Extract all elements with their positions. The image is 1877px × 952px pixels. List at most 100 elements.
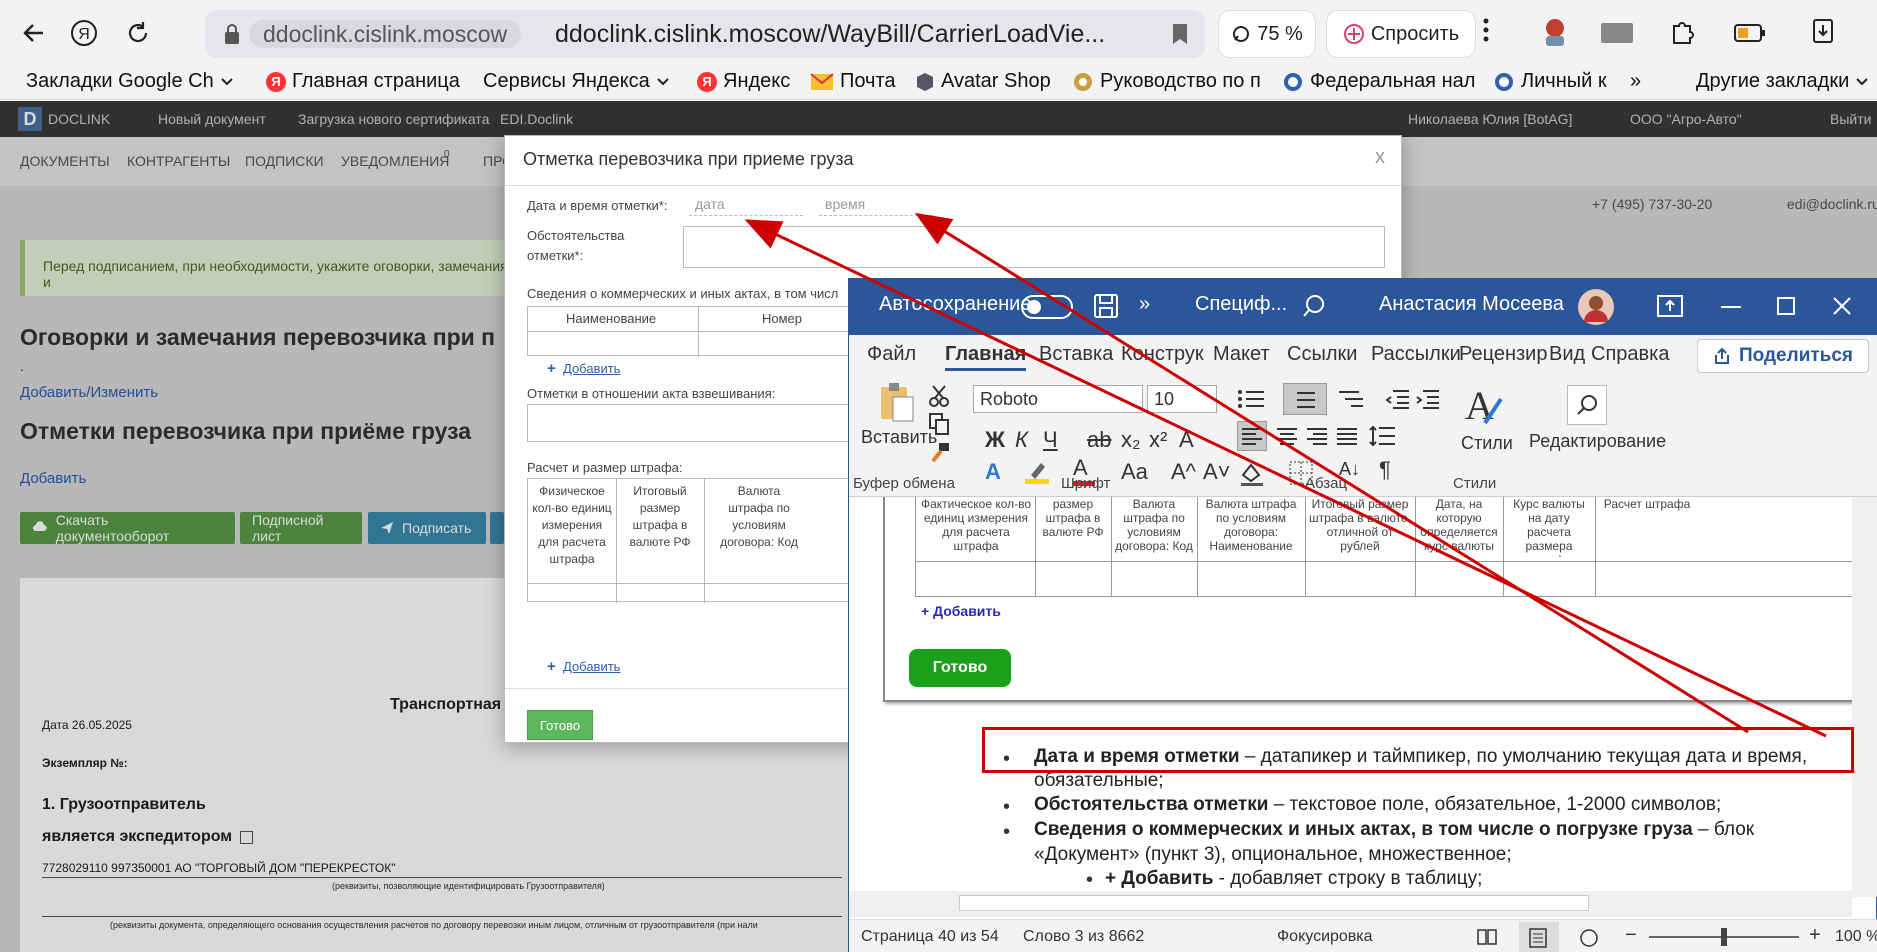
superscript-button[interactable]: x²: [1149, 427, 1167, 453]
extensions-puzzle-icon[interactable]: [1668, 16, 1698, 46]
increase-indent-icon[interactable]: [1415, 389, 1439, 409]
strike-button[interactable]: ab: [1087, 427, 1111, 453]
word-counter[interactable]: Слово 3 из 8662: [1023, 928, 1144, 946]
font-family-select[interactable]: Roboto: [973, 385, 1143, 413]
bold-button[interactable]: Ж: [985, 427, 1005, 453]
more-commands-icon[interactable]: »: [1139, 293, 1150, 316]
share-button[interactable]: Поделиться: [1697, 339, 1869, 373]
italic-button[interactable]: К: [1015, 427, 1028, 453]
paste-label[interactable]: Вставить: [861, 427, 937, 448]
styles-label[interactable]: Стили: [1461, 433, 1513, 454]
justify-icon[interactable]: [1337, 427, 1357, 445]
tab-insert[interactable]: Вставка: [1039, 343, 1113, 366]
doc-name[interactable]: Специф...: [1195, 293, 1287, 316]
ask-button[interactable]: Спросить: [1326, 10, 1476, 58]
reload-button[interactable]: [118, 13, 158, 53]
avatar[interactable]: [1577, 288, 1615, 326]
vertical-scrollbar[interactable]: [1852, 497, 1877, 897]
tab-home[interactable]: Главная: [945, 343, 1027, 371]
bookmark-yandex-main[interactable]: Я Главная страница: [266, 70, 460, 93]
numbering-button[interactable]: [1283, 383, 1327, 415]
zoom-out-button[interactable]: −: [1625, 924, 1637, 947]
bookmark-mail[interactable]: Почта: [810, 70, 896, 93]
styles-icon[interactable]: A: [1461, 383, 1505, 427]
change-case-button[interactable]: Aa: [1121, 459, 1148, 485]
bookmark-icon[interactable]: [1171, 22, 1189, 46]
tab-references[interactable]: Ссылки: [1287, 343, 1357, 366]
time-input[interactable]: время: [819, 194, 933, 216]
bookmark-personal[interactable]: Личный к: [1493, 70, 1607, 93]
shading-icon[interactable]: [1239, 461, 1265, 487]
bookmark-other[interactable]: Другие закладки: [1696, 70, 1869, 93]
underline-button[interactable]: Ч: [1043, 427, 1058, 453]
autosave-toggle[interactable]: [1021, 295, 1073, 319]
more-vertical-icon[interactable]: [1482, 16, 1490, 44]
shrink-font-button[interactable]: A˅: [1203, 459, 1231, 485]
downloads-icon[interactable]: [1808, 16, 1838, 46]
text-effects-button[interactable]: A: [985, 459, 1001, 485]
find-button[interactable]: [1567, 385, 1607, 425]
date-input[interactable]: дата: [689, 194, 803, 216]
read-mode-icon[interactable]: [1477, 928, 1497, 946]
account-name[interactable]: Анастасия Мосеева: [1379, 293, 1564, 316]
weigh-input[interactable]: [527, 404, 857, 442]
copy-icon[interactable]: [929, 413, 949, 435]
editing-label[interactable]: Редактирование: [1529, 431, 1666, 452]
bookmark-avatar-shop[interactable]: Avatar Shop: [915, 70, 1051, 93]
maximize-icon[interactable]: [1777, 297, 1795, 315]
tab-mailings[interactable]: Рассылки: [1371, 343, 1461, 366]
align-center-icon[interactable]: [1277, 427, 1297, 445]
tab-bar-icon[interactable]: [1600, 22, 1634, 44]
zoom-percent[interactable]: 100 %: [1835, 928, 1877, 946]
align-right-icon[interactable]: [1307, 427, 1327, 445]
cut-icon[interactable]: [929, 385, 949, 407]
bullets-icon[interactable]: [1237, 389, 1265, 409]
web-layout-icon[interactable]: [1579, 928, 1599, 948]
zoom-chip[interactable]: 75 %: [1218, 10, 1316, 58]
modal-close-button[interactable]: x: [1375, 146, 1385, 169]
address-bar[interactable]: ddoclink.cislink.moscow ddoclink.cislink…: [205, 10, 1205, 58]
minimize-icon[interactable]: [1721, 306, 1741, 308]
close-icon[interactable]: [1833, 297, 1851, 315]
tab-file[interactable]: Файл: [867, 343, 916, 366]
tab-help[interactable]: Справка: [1591, 343, 1669, 366]
line-spacing-icon[interactable]: [1369, 425, 1395, 447]
font-size-select[interactable]: 10: [1147, 385, 1217, 413]
zoom-in-button[interactable]: +: [1809, 924, 1821, 947]
ribbon-display-icon[interactable]: [1657, 295, 1683, 317]
url-text[interactable]: ddoclink.cislink.moscow/WayBill/CarrierL…: [555, 20, 1105, 49]
format-painter-icon[interactable]: [929, 441, 951, 463]
decrease-indent-icon[interactable]: [1385, 389, 1409, 409]
clear-format-button[interactable]: A: [1179, 427, 1194, 453]
save-icon[interactable]: [1093, 293, 1119, 319]
focus-mode[interactable]: Фокусировка: [1277, 928, 1373, 946]
tab-review[interactable]: Рецензир: [1459, 343, 1547, 366]
subscript-button[interactable]: x₂: [1121, 427, 1141, 453]
bookmarks-overflow[interactable]: »: [1630, 70, 1641, 93]
circumstances-input[interactable]: [683, 226, 1385, 268]
bookmark-guide[interactable]: Руководство по п: [1072, 70, 1261, 93]
zoom-thumb[interactable]: [1721, 928, 1727, 946]
tab-design[interactable]: Конструк: [1121, 343, 1204, 366]
horizontal-scrollbar[interactable]: [849, 891, 1852, 917]
tab-layout[interactable]: Макет: [1213, 343, 1270, 366]
search-icon[interactable]: [1301, 293, 1327, 319]
highlight-icon[interactable]: [1025, 459, 1049, 485]
extension-avatar-icon[interactable]: [1538, 14, 1572, 48]
multilevel-list-icon[interactable]: [1337, 389, 1365, 409]
domain-chip[interactable]: ddoclink.cislink.moscow: [249, 20, 522, 48]
tab-view[interactable]: Вид: [1549, 343, 1585, 366]
bookmark-yandex[interactable]: Я Яндекс: [697, 70, 790, 93]
acts-add-link[interactable]: + Добавить: [547, 360, 620, 377]
done-button[interactable]: Готово: [527, 710, 593, 740]
back-button[interactable]: [14, 13, 54, 53]
fine-add-link[interactable]: + Добавить: [547, 658, 620, 675]
yandex-button[interactable]: Я: [64, 13, 104, 53]
page-counter[interactable]: Страница 40 из 54: [861, 928, 999, 946]
paste-icon[interactable]: [877, 381, 917, 423]
bookmark-yandex-services[interactable]: Сервисы Яндекса: [483, 70, 670, 93]
grow-font-button[interactable]: A^: [1171, 459, 1196, 485]
show-marks-button[interactable]: ¶: [1379, 457, 1391, 483]
bookmark-google[interactable]: Закладки Google Ch: [26, 70, 234, 93]
bookmark-fns[interactable]: Федеральная нал: [1282, 70, 1475, 93]
